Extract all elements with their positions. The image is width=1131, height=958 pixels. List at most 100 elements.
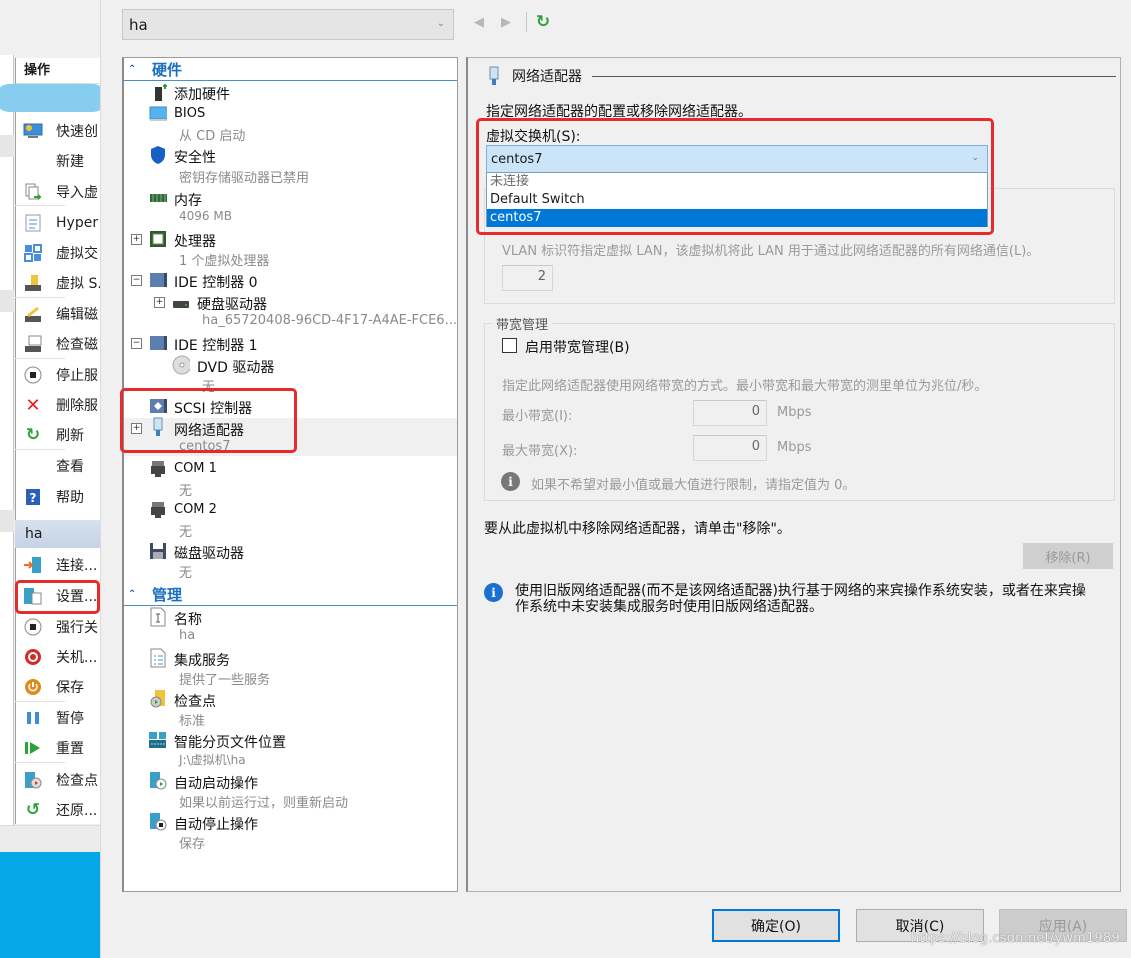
action-turn-off[interactable]: 强行关 bbox=[15, 612, 100, 642]
memory-icon bbox=[149, 189, 167, 207]
tree-item-com2[interactable]: COM 2 无 bbox=[124, 500, 457, 540]
tree-item-floppy-drive[interactable]: 磁盘驱动器 无 bbox=[124, 541, 457, 581]
auto-start-icon bbox=[149, 772, 167, 790]
tree-item-checkpoints[interactable]: 检查点 标准 bbox=[124, 689, 457, 729]
action-reset[interactable]: 重置 bbox=[15, 733, 100, 763]
tree-item-ide-controller-0[interactable]: − IDE 控制器 0 bbox=[124, 270, 457, 292]
checkpoint-icon bbox=[149, 690, 167, 708]
collapse-icon[interactable]: − bbox=[131, 338, 142, 349]
action-revert[interactable]: ↺ 还原... bbox=[15, 795, 100, 825]
refresh-icon[interactable]: ↻ bbox=[533, 12, 553, 32]
min-bandwidth-label: 最小带宽(I): bbox=[502, 409, 573, 424]
delete-icon: ✕ bbox=[25, 394, 41, 416]
tree-item-integration-services[interactable]: 集成服务 提供了一些服务 bbox=[124, 648, 457, 688]
action-virtual-switch[interactable]: 虚拟交 bbox=[15, 238, 100, 268]
tree-item-auto-stop[interactable]: 自动停止操作 保存 bbox=[124, 812, 457, 852]
collapse-icon[interactable]: − bbox=[131, 275, 142, 286]
tree-item-name[interactable]: 名称 ha bbox=[124, 607, 457, 647]
remove-button[interactable]: 移除(R) bbox=[1023, 543, 1113, 569]
tree-item-add-hardware[interactable]: 添加硬件 bbox=[124, 82, 457, 104]
action-inspect-disk[interactable]: 检查磁 bbox=[15, 329, 100, 359]
quick-create-icon bbox=[23, 121, 43, 141]
tree-item-security[interactable]: 安全性 密钥存储驱动器已禁用 bbox=[124, 145, 457, 187]
expand-icon[interactable]: + bbox=[154, 297, 165, 308]
stop-icon bbox=[23, 365, 43, 385]
action-checkpoint[interactable]: 检查点 bbox=[15, 765, 100, 795]
svg-text:?: ? bbox=[30, 491, 37, 505]
vm-selector-value: ha bbox=[129, 15, 148, 34]
tree-item-processor[interactable]: + 处理器 1 个虚拟处理器 bbox=[124, 229, 457, 269]
vlan-id-input[interactable]: 2 bbox=[502, 265, 553, 291]
divider bbox=[592, 75, 1116, 77]
action-edit-disk[interactable]: 编辑磁 bbox=[15, 299, 100, 329]
action-delete-service[interactable]: ✕ 删除服 bbox=[15, 390, 100, 420]
action-import[interactable]: 导入虚 bbox=[15, 177, 100, 207]
action-view[interactable]: 查看 bbox=[15, 451, 100, 481]
action-pause[interactable]: 暂停 bbox=[15, 703, 100, 733]
tree-item-com1[interactable]: COM 1 无 bbox=[124, 459, 457, 499]
max-bandwidth-label: 最大带宽(X): bbox=[502, 444, 578, 459]
save-icon bbox=[23, 677, 43, 697]
vm-selector-dropdown[interactable]: ha ⌄ bbox=[122, 9, 454, 40]
settings-doc-icon bbox=[23, 213, 43, 233]
highlight-virtual-switch bbox=[476, 118, 994, 235]
import-icon bbox=[23, 182, 43, 202]
tree-item-auto-start[interactable]: 自动启动操作 如果以前运行过，则重新启动 bbox=[124, 771, 457, 811]
max-bandwidth-input[interactable]: 0 bbox=[693, 435, 767, 461]
tree-item-hard-drive[interactable]: + 硬盘驱动器 ha_65720408-96CD-4F17-A4AE-FCE6.… bbox=[124, 292, 457, 332]
action-connect[interactable]: 连接... bbox=[15, 550, 100, 580]
list-row bbox=[0, 135, 14, 157]
bandwidth-description: 指定此网络适配器使用网络带宽的方式。最小带宽和最大带宽的测里单位为兆位/秒。 bbox=[502, 379, 988, 394]
action-refresh[interactable]: ↻ 刷新 bbox=[15, 420, 100, 450]
settings-tree: ⌃ 硬件 添加硬件 BIOS 从 CD 启动 安全性 密钥存储驱动器已禁用 内存… bbox=[120, 57, 458, 892]
highlight-tree-items bbox=[120, 388, 297, 453]
legacy-adapter-info: 使用旧版网络适配器(而不是该网络适配器)执行基于网络的来宾操作系统安装，或者在来… bbox=[515, 583, 1086, 615]
actions-header: 操作 bbox=[16, 58, 100, 84]
tree-item-ide-controller-1[interactable]: − IDE 控制器 1 bbox=[124, 333, 457, 355]
tree-item-memory[interactable]: 内存 4096 MB bbox=[124, 188, 457, 228]
section-hardware[interactable]: ⌃ 硬件 bbox=[124, 59, 457, 81]
previous-icon[interactable]: ◀ bbox=[472, 14, 486, 30]
enable-bandwidth-label[interactable]: 启用带宽管理(B) bbox=[525, 337, 630, 357]
action-virtual-san[interactable]: 虚拟 S. bbox=[15, 268, 100, 298]
vm-section-header: ha bbox=[15, 520, 100, 548]
max-bandwidth-unit: Mbps bbox=[777, 440, 812, 455]
collapse-icon: ⌃ bbox=[128, 589, 137, 600]
tree-item-bios[interactable]: BIOS 从 CD 启动 bbox=[124, 104, 457, 144]
bandwidth-info: 如果不希望对最小值或最大值进行限制，请指定值为 0。 bbox=[531, 478, 856, 493]
inspect-disk-icon bbox=[23, 334, 43, 354]
min-bandwidth-input[interactable]: 0 bbox=[693, 400, 767, 426]
action-stop-service[interactable]: 停止服 bbox=[15, 360, 100, 390]
action-quick-create[interactable]: 快速创 bbox=[15, 116, 100, 146]
action-hyperv-settings[interactable]: Hyper bbox=[15, 208, 100, 238]
action-shutdown[interactable]: 关机... bbox=[15, 642, 100, 672]
tree-item-smart-paging[interactable]: 智能分页文件位置 J:\虚拟机\ha bbox=[124, 730, 457, 770]
integration-services-icon bbox=[149, 648, 167, 668]
vm-settings-dialog: ha ⌄ ◀ ▶ ↻ ⌃ 硬件 添加硬件 BIOS 从 CD 启动 安全性 密钥… bbox=[100, 0, 1131, 958]
add-hardware-icon bbox=[151, 84, 169, 102]
ok-button[interactable]: 确定(O) bbox=[712, 909, 840, 942]
action-new[interactable]: 新建 bbox=[15, 146, 100, 176]
serial-port-icon bbox=[149, 460, 167, 478]
smart-paging-icon bbox=[148, 731, 166, 749]
action-save[interactable]: 保存 bbox=[15, 672, 100, 702]
enable-bandwidth-checkbox[interactable] bbox=[502, 338, 517, 353]
shield-icon bbox=[149, 146, 167, 164]
section-management[interactable]: ⌃ 管理 bbox=[124, 584, 457, 606]
action-help[interactable]: ? 帮助 bbox=[15, 482, 100, 512]
chevron-down-icon: ⌄ bbox=[436, 18, 445, 29]
divider bbox=[15, 205, 65, 206]
collapse-icon: ⌃ bbox=[128, 64, 137, 75]
hard-drive-icon bbox=[172, 294, 190, 312]
expand-icon[interactable]: + bbox=[131, 234, 142, 245]
hyperv-manager-background: 操作 快速创 新建 导入虚 Hyper 虚拟交 虚拟 S. 编辑磁 检查磁 停止… bbox=[0, 0, 100, 958]
connect-icon bbox=[23, 555, 43, 575]
processor-icon bbox=[149, 230, 167, 248]
controller-icon bbox=[149, 271, 167, 289]
next-icon[interactable]: ▶ bbox=[499, 14, 513, 30]
checkpoint-icon bbox=[23, 770, 43, 790]
virtual-switch-icon bbox=[23, 243, 43, 263]
list-row bbox=[0, 290, 14, 312]
divider bbox=[15, 297, 65, 298]
bandwidth-group-title: 带宽管理 bbox=[492, 314, 553, 333]
